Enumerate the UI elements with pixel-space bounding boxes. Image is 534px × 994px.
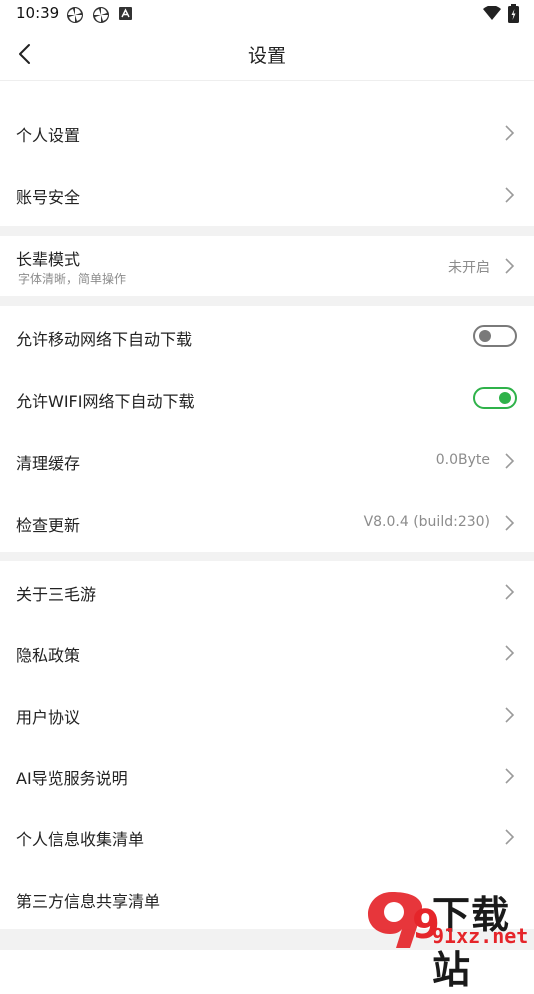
watermark-url: 91xz.net <box>432 924 529 948</box>
settings-item-check-update[interactable]: 检查更新 V8.0.4 (build:230) <box>0 492 534 552</box>
settings-item-about[interactable]: 关于三毛游 <box>0 561 534 623</box>
battery-icon <box>508 4 519 23</box>
settings-item-ai-guide[interactable]: AI导览服务说明 <box>0 747 534 809</box>
status-bar: 10:39 <box>0 0 534 28</box>
pinwheel-icon <box>93 7 109 23</box>
settings-item-label: AI导览服务说明 <box>16 769 128 788</box>
chevron-right-icon <box>505 453 515 469</box>
settings-item-label: 用户协议 <box>16 708 81 727</box>
settings-item-personal[interactable]: 个人设置 <box>0 102 534 164</box>
chevron-right-icon <box>505 584 515 600</box>
wifi-download-label: 允许WIFI网络下自动下载 <box>16 392 195 411</box>
chevron-right-icon <box>505 125 515 141</box>
mobile-download-toggle[interactable] <box>473 325 517 347</box>
section-divider <box>0 226 534 236</box>
check-update-label: 检查更新 <box>16 516 81 535</box>
settings-item-elder-mode[interactable]: 长辈模式 字体清晰，简单操作 未开启 <box>0 236 534 296</box>
elder-mode-subtitle: 字体清晰，简单操作 <box>18 272 127 286</box>
section-divider <box>0 552 534 561</box>
toggle-knob <box>479 330 491 342</box>
settings-item-wifi-download: 允许WIFI网络下自动下载 <box>0 368 534 430</box>
settings-item-account-security[interactable]: 账号安全 <box>0 164 534 226</box>
section-divider <box>0 296 534 306</box>
settings-item-user-agreement[interactable]: 用户协议 <box>0 685 534 747</box>
chevron-right-icon <box>505 645 515 661</box>
settings-item-clear-cache[interactable]: 清理缓存 0.0Byte <box>0 430 534 492</box>
nav-bar: 设置 <box>0 28 534 81</box>
mobile-download-label: 允许移动网络下自动下载 <box>16 330 193 349</box>
chevron-right-icon <box>505 707 515 723</box>
version-value: V8.0.4 (build:230) <box>363 514 490 530</box>
page-title: 设置 <box>247 45 286 67</box>
chevron-right-icon <box>505 187 515 203</box>
chevron-right-icon <box>505 768 515 784</box>
settings-item-label: 个人设置 <box>16 126 81 145</box>
clear-cache-label: 清理缓存 <box>16 454 81 473</box>
settings-item-mobile-download: 允许移动网络下自动下载 <box>0 306 534 368</box>
settings-item-label: 关于三毛游 <box>16 585 97 604</box>
pinwheel-icon <box>67 7 83 23</box>
elder-mode-status: 未开启 <box>448 260 490 276</box>
chevron-right-icon <box>505 515 515 531</box>
cache-size-value: 0.0Byte <box>435 452 490 468</box>
status-time: 10:39 <box>16 4 60 22</box>
elder-mode-label: 长辈模式 <box>16 250 81 269</box>
settings-item-label: 个人信息收集清单 <box>16 830 145 849</box>
settings-item-privacy-policy[interactable]: 隐私政策 <box>0 623 534 685</box>
settings-item-label: 账号安全 <box>16 188 81 207</box>
settings-item-label: 隐私政策 <box>16 646 81 665</box>
toggle-knob <box>499 392 511 404</box>
settings-item-label: 第三方信息共享清单 <box>16 892 161 911</box>
chevron-right-icon <box>505 258 515 274</box>
wifi-download-toggle[interactable] <box>473 387 517 409</box>
chevron-right-icon <box>505 829 515 845</box>
wifi-signal-icon <box>483 6 501 20</box>
notification-a-icon <box>119 7 132 20</box>
settings-item-personal-info-list[interactable]: 个人信息收集清单 <box>0 809 534 869</box>
